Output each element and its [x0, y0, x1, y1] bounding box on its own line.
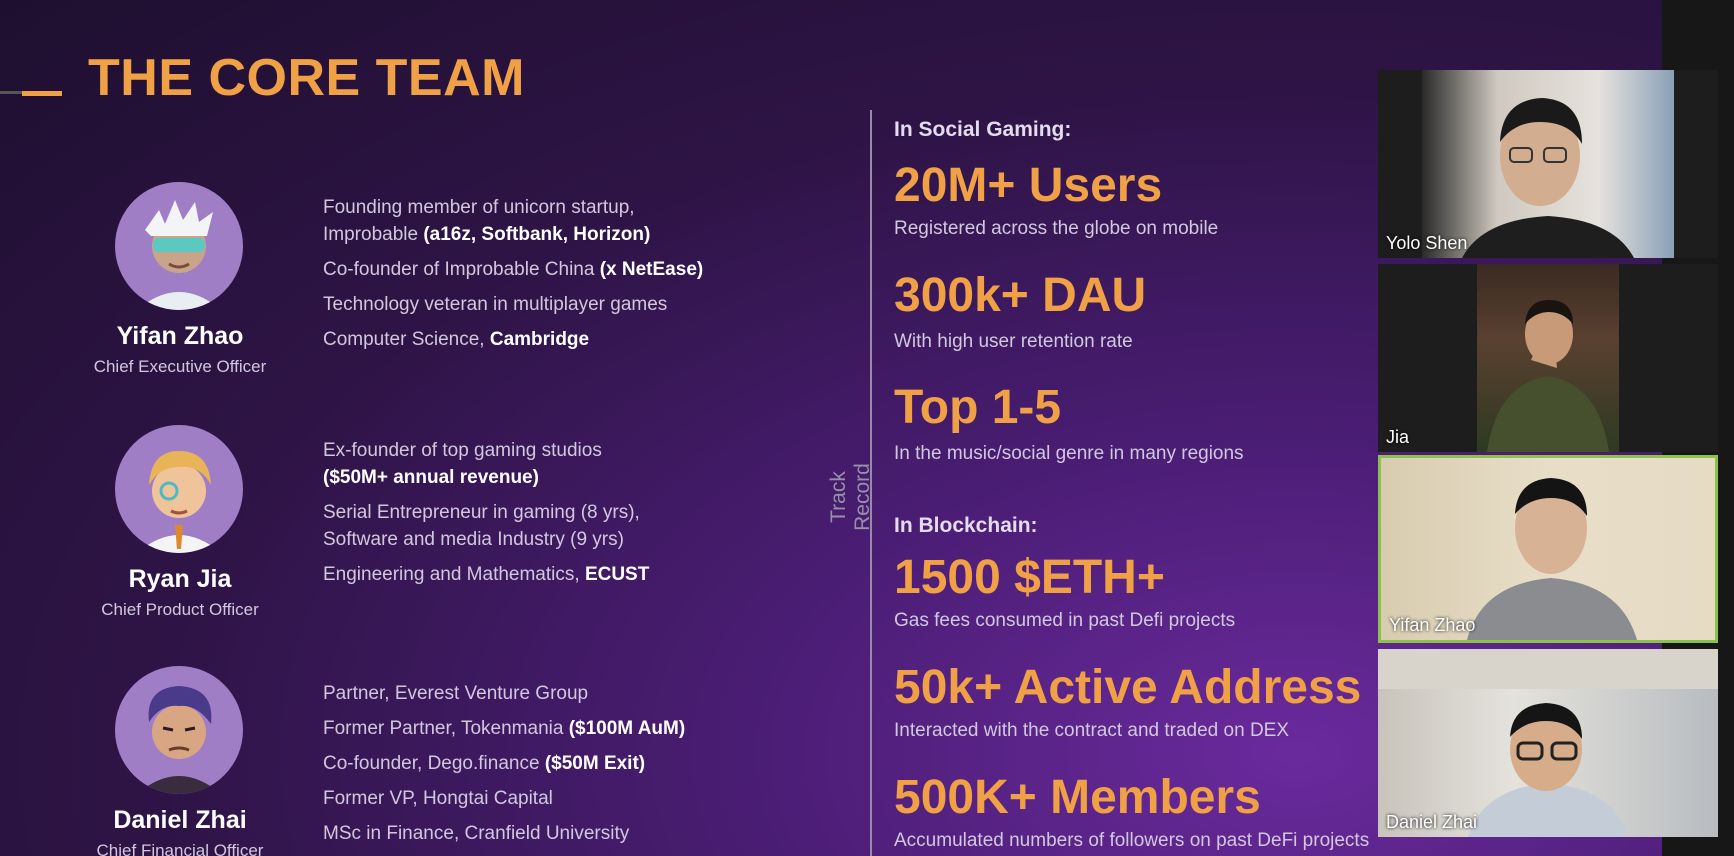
avatar: [115, 666, 243, 794]
stat-value: Top 1-5: [894, 381, 1062, 434]
bio-line: ($50M+ annual revenue): [323, 467, 539, 488]
video-tile-daniel-zhai[interactable]: Daniel Zhai: [1378, 649, 1718, 837]
stat-description: Registered across the globe on mobile: [894, 218, 1219, 239]
bio-line: MSc in Finance, Cranfield University: [323, 823, 630, 844]
title-accent-line: [0, 91, 22, 94]
stat-value: 1500 $ETH+: [894, 551, 1165, 604]
person-silhouette: [1487, 300, 1609, 452]
member-role: Chief Product Officer: [101, 600, 259, 619]
avatar-illustration: [137, 451, 221, 553]
slide-title: THE CORE TEAM: [88, 49, 525, 107]
member-name: Ryan Jia: [128, 565, 232, 593]
bio-line: Ex-founder of top gaming studios: [323, 440, 602, 461]
avatar-illustration: [137, 200, 221, 310]
section-heading-social-gaming: In Social Gaming:: [894, 118, 1072, 141]
participant-name: Daniel Zhai: [1386, 812, 1478, 832]
section-heading-blockchain: In Blockchain:: [894, 514, 1038, 537]
person-silhouette: [1378, 649, 1718, 837]
video-tile-jia[interactable]: Jia: [1378, 264, 1718, 452]
member-role: Chief Executive Officer: [93, 357, 267, 376]
stat-value: 50k+ Active Address: [894, 661, 1362, 714]
team-member-daniel: Daniel Zhai Chief Financial Officer Part…: [60, 666, 820, 856]
bio-line: Partner, Everest Venture Group: [323, 683, 589, 704]
member-bio: Partner, Everest Venture Group Former Pa…: [323, 680, 843, 855]
video-feed: [1422, 70, 1674, 258]
bio-line: Former Partner, Tokenmania ($100M AuM): [323, 718, 686, 739]
member-role: Chief Financial Officer: [96, 841, 264, 856]
video-feed: [1381, 458, 1715, 640]
participant-name: Yifan Zhao: [1389, 615, 1476, 635]
bio-line: Co-founder, Dego.finance ($50M Exit): [323, 753, 646, 774]
stat-value: 500K+ Members: [894, 771, 1261, 824]
stat-description: With high user retention rate: [894, 331, 1133, 352]
stat-description: In the music/social genre in many region…: [894, 443, 1244, 464]
bio-line: Former VP, Hongtai Capital: [323, 788, 553, 809]
member-name: Daniel Zhai: [113, 806, 247, 834]
bio-line: Serial Entrepreneur in gaming (8 yrs),: [323, 502, 640, 523]
video-feed: [1378, 649, 1718, 837]
stat-description: Interacted with the contract and traded …: [894, 720, 1290, 741]
team-member-yifan: Yifan Zhao Chief Executive Officer Found…: [60, 182, 820, 402]
participant-name: Yolo Shen: [1386, 233, 1468, 253]
avatar: [115, 182, 243, 310]
avatar: [115, 425, 243, 553]
stat-description: Accumulated numbers of followers on past…: [894, 830, 1370, 851]
track-record-label: Track Record: [827, 463, 874, 531]
video-feed: [1477, 264, 1619, 452]
stat-description: Gas fees consumed in past Defi projects: [894, 610, 1236, 631]
member-bio: Ex-founder of top gaming studios ($50M+ …: [323, 437, 843, 596]
bio-line: Improbable (a16z, Softbank, Horizon): [323, 224, 651, 245]
bio-line: Co-founder of Improbable China (x NetEas…: [323, 259, 704, 280]
stat-value: 300k+ DAU: [894, 269, 1147, 322]
bio-line: Engineering and Mathematics, ECUST: [323, 564, 650, 585]
video-tile-yifan-zhao-active-speaker[interactable]: Yifan Zhao: [1378, 455, 1718, 643]
bio-line: Software and media Industry (9 yrs): [323, 529, 624, 550]
title-accent-dash: [22, 91, 62, 96]
bio-line: Computer Science, Cambridge: [323, 329, 590, 350]
person-silhouette: [1462, 98, 1634, 258]
team-member-ryan: Ryan Jia Chief Product Officer Ex-founde…: [60, 425, 820, 645]
person-silhouette: [1467, 478, 1637, 640]
participant-name: Jia: [1386, 427, 1410, 447]
member-name: Yifan Zhao: [116, 322, 244, 350]
member-bio: Founding member of unicorn startup, Impr…: [323, 194, 843, 361]
bio-line: Founding member of unicorn startup,: [323, 197, 635, 218]
video-tile-yolo-shen[interactable]: Yolo Shen: [1378, 70, 1718, 258]
bio-line: Technology veteran in multiplayer games: [323, 294, 668, 315]
stat-value: 20M+ Users: [894, 159, 1163, 212]
avatar-illustration: [137, 686, 221, 794]
